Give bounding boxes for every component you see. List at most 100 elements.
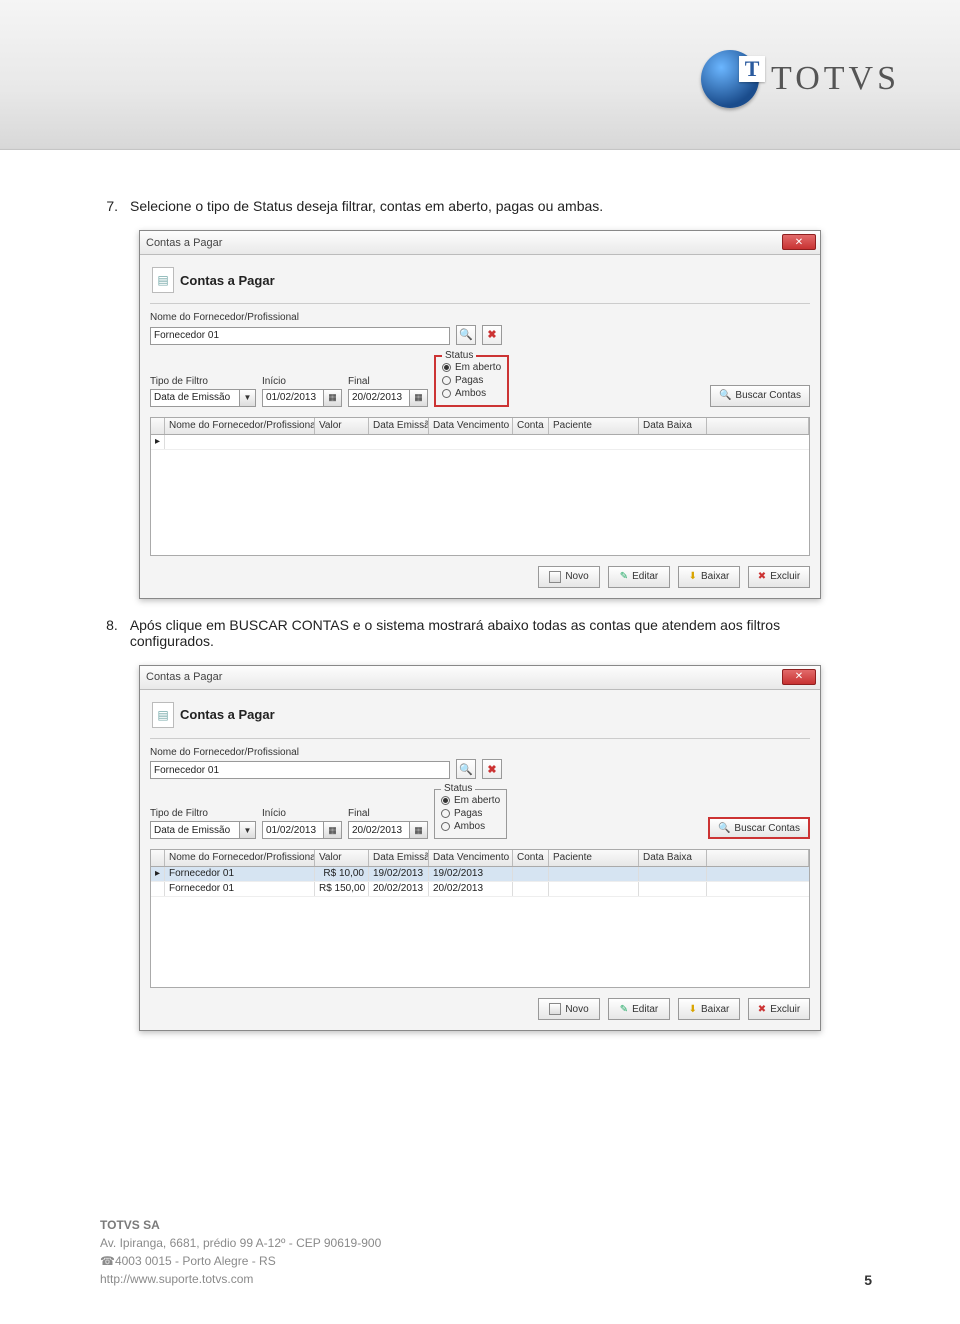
col-valor: Valor [315, 850, 369, 866]
results-grid[interactable]: Nome do Fornecedor/Profissional Valor Da… [150, 417, 810, 556]
inicio-input[interactable] [262, 389, 324, 407]
fornecedor-label: Nome do Fornecedor/Profissional [150, 312, 450, 323]
inicio-label: Início [262, 376, 342, 387]
status-legend: Status [441, 783, 475, 794]
editar-button[interactable]: ✎Editar [608, 566, 670, 588]
novo-button[interactable]: Novo [538, 998, 600, 1020]
new-icon [549, 571, 561, 583]
final-input[interactable] [348, 389, 410, 407]
close-icon: ✕ [795, 671, 803, 682]
chevron-down-icon[interactable]: ▼ [240, 389, 256, 407]
status-ambos[interactable]: Ambos [442, 387, 501, 400]
final-label: Final [348, 376, 428, 387]
calendar-icon[interactable]: ▦ [324, 821, 342, 839]
contas-a-pagar-window-1: Contas a Pagar ✕ ▤ Contas a Pagar Nome d… [139, 230, 821, 599]
x-icon: ✖ [487, 763, 496, 776]
logo-text: TOTVS [771, 60, 900, 98]
tipo-filtro-label: Tipo de Filtro [150, 376, 256, 387]
page-footer: TOTVS SA Av. Ipiranga, 6681, prédio 99 A… [100, 1216, 381, 1288]
excluir-button[interactable]: ✖Excluir [748, 566, 810, 588]
status-pagas[interactable]: Pagas [442, 374, 501, 387]
x-icon: ✖ [487, 328, 496, 341]
step-7-text: Selecione o tipo de Status deseja filtra… [130, 198, 603, 214]
radio-icon [442, 363, 451, 372]
window-close-button[interactable]: ✕ [782, 669, 816, 685]
step-8-text: Após clique em BUSCAR CONTAS e o sistema… [130, 617, 860, 649]
window-titlebar: Contas a Pagar ✕ [140, 231, 820, 255]
footer-phone: 4003 0015 - Porto Alegre - RS [115, 1254, 276, 1268]
novo-button[interactable]: Novo [538, 566, 600, 588]
status-legend: Status [442, 350, 476, 361]
lookup-button[interactable]: 🔍 [456, 759, 476, 779]
window-title: Contas a Pagar [146, 237, 222, 249]
panel-title: Contas a Pagar [180, 273, 275, 288]
radio-icon [441, 796, 450, 805]
status-em-aberto[interactable]: Em aberto [442, 361, 501, 374]
lookup-button[interactable]: 🔍 [456, 325, 476, 345]
new-icon [549, 1003, 561, 1015]
status-group: Status Em aberto Pagas Ambos [434, 355, 509, 407]
radio-icon [441, 822, 450, 831]
row-selector-icon: ▸ [151, 435, 165, 449]
status-ambos[interactable]: Ambos [441, 820, 500, 833]
table-row[interactable]: ▸ Fornecedor 01 R$ 10,00 19/02/2013 19/0… [151, 867, 809, 882]
calendar-icon[interactable]: ▦ [410, 389, 428, 407]
radio-icon [442, 389, 451, 398]
buscar-contas-button[interactable]: 🔍 Buscar Contas [708, 817, 810, 839]
document-icon: ▤ [152, 702, 174, 728]
col-data-vencimento: Data Vencimento [429, 418, 513, 434]
delete-icon: ✖ [758, 571, 766, 582]
search-small-icon: 🔍 [459, 328, 473, 341]
step-7: 7. Selecione o tipo de Status deseja fil… [100, 198, 860, 214]
inicio-input[interactable] [262, 821, 324, 839]
close-icon: ✕ [795, 237, 803, 248]
step-7-number: 7. [100, 198, 118, 214]
contas-a-pagar-window-2: Contas a Pagar ✕ ▤ Contas a Pagar Nome d… [139, 665, 821, 1032]
excluir-button[interactable]: ✖Excluir [748, 998, 810, 1020]
calendar-icon[interactable]: ▦ [410, 821, 428, 839]
results-grid[interactable]: Nome do Fornecedor/Profissional Valor Da… [150, 849, 810, 988]
col-conta: Conta [513, 850, 549, 866]
status-group: Status Em aberto Pagas Ambos [434, 789, 507, 839]
status-pagas[interactable]: Pagas [441, 807, 500, 820]
col-conta: Conta [513, 418, 549, 434]
fornecedor-label: Nome do Fornecedor/Profissional [150, 747, 450, 758]
table-row[interactable]: Fornecedor 01 R$ 150,00 20/02/2013 20/02… [151, 882, 809, 897]
col-paciente: Paciente [549, 418, 639, 434]
radio-icon [441, 809, 450, 818]
search-small-icon: 🔍 [459, 763, 473, 776]
baixar-button[interactable]: ⬇Baixar [678, 566, 740, 588]
download-icon: ⬇ [689, 571, 697, 582]
step-8: 8. Após clique em BUSCAR CONTAS e o sist… [100, 617, 860, 649]
fornecedor-input[interactable] [150, 327, 450, 345]
chevron-down-icon[interactable]: ▼ [240, 821, 256, 839]
inicio-label: Início [262, 808, 342, 819]
clear-button[interactable]: ✖ [482, 325, 502, 345]
edit-icon: ✎ [620, 571, 628, 582]
footer-address: Av. Ipiranga, 6681, prédio 99 A-12º - CE… [100, 1234, 381, 1252]
globe-icon: T [701, 50, 759, 108]
col-data-vencimento: Data Vencimento [429, 850, 513, 866]
tipo-filtro-label: Tipo de Filtro [150, 808, 256, 819]
calendar-icon[interactable]: ▦ [324, 389, 342, 407]
buscar-contas-button[interactable]: 🔍 Buscar Contas [710, 385, 810, 407]
baixar-button[interactable]: ⬇Baixar [678, 998, 740, 1020]
col-data-baixa: Data Baixa [639, 418, 707, 434]
status-em-aberto[interactable]: Em aberto [441, 794, 500, 807]
editar-button[interactable]: ✎Editar [608, 998, 670, 1020]
page-number: 5 [864, 1272, 872, 1288]
col-paciente: Paciente [549, 850, 639, 866]
fornecedor-input[interactable] [150, 761, 450, 779]
step-8-number: 8. [100, 617, 118, 649]
footer-url: http://www.suporte.totvs.com [100, 1270, 381, 1288]
clear-button[interactable]: ✖ [482, 759, 502, 779]
tipo-filtro-select[interactable] [150, 389, 240, 407]
footer-company: TOTVS SA [100, 1216, 381, 1234]
window-titlebar: Contas a Pagar ✕ [140, 666, 820, 690]
tipo-filtro-select[interactable] [150, 821, 240, 839]
final-input[interactable] [348, 821, 410, 839]
col-data-baixa: Data Baixa [639, 850, 707, 866]
final-label: Final [348, 808, 428, 819]
search-icon: 🔍 [719, 390, 731, 401]
window-close-button[interactable]: ✕ [782, 234, 816, 250]
